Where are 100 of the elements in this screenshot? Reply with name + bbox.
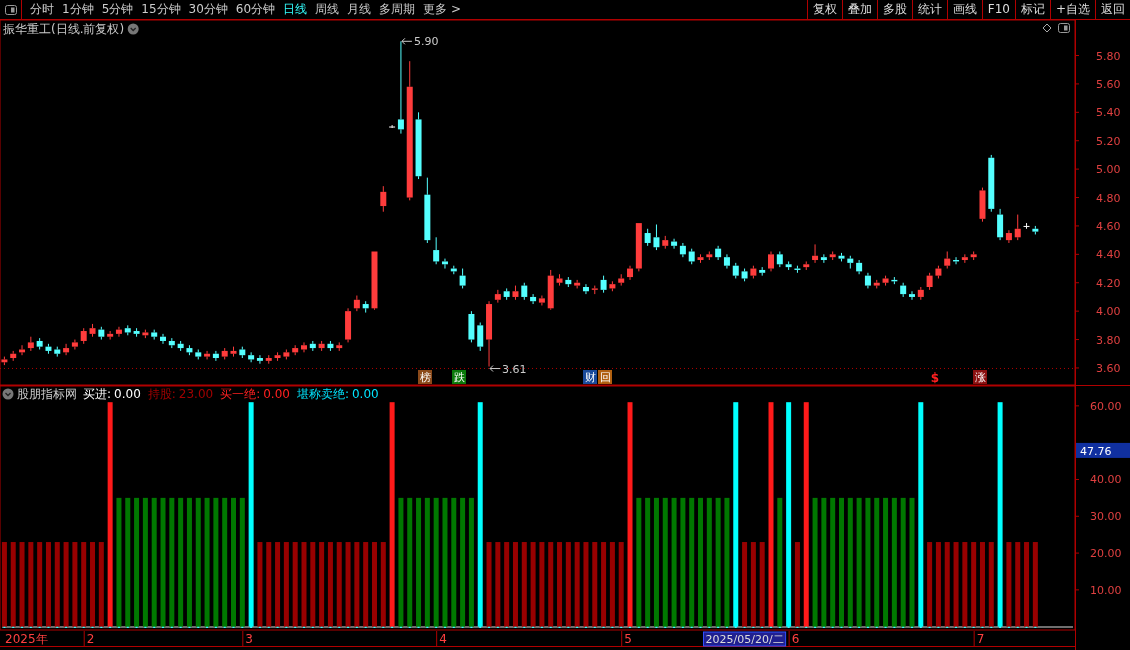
period-tab[interactable]: 30分钟 xyxy=(184,0,232,19)
candlestick xyxy=(380,185,387,213)
candlestick xyxy=(662,235,669,250)
candlestick xyxy=(803,260,810,271)
toolbar-button[interactable]: 返回 xyxy=(1095,0,1130,19)
candlestick xyxy=(221,347,228,360)
candlestick xyxy=(239,346,246,359)
candlestick xyxy=(327,340,334,352)
period-tab[interactable]: 月线 xyxy=(343,0,376,19)
event-sign[interactable]: $ xyxy=(930,371,940,385)
axis-label: 10.00 xyxy=(1090,583,1122,597)
candlestick xyxy=(847,255,854,270)
event-tag[interactable]: 榜 xyxy=(418,370,432,384)
candlestick xyxy=(732,262,739,279)
candlestick xyxy=(741,268,748,282)
dropdown-icon[interactable] xyxy=(2,388,14,400)
candlestick xyxy=(36,337,43,350)
period-tab[interactable]: 分时 xyxy=(26,0,58,19)
cursor-date-label: 2025/05/20/二 xyxy=(703,631,787,647)
axis-label: 5.20 xyxy=(1096,134,1121,148)
axis-label: 40.00 xyxy=(1090,473,1122,487)
candlestick xyxy=(45,343,52,355)
dropdown-icon[interactable] xyxy=(127,23,139,35)
candlestick xyxy=(512,285,519,301)
candlestick xyxy=(133,327,140,338)
event-tag[interactable]: 回 xyxy=(598,370,612,384)
candlestick xyxy=(89,323,96,338)
candlestick xyxy=(697,253,704,264)
period-tab[interactable]: 更多 > xyxy=(419,0,465,19)
period-tab[interactable]: 60分钟 xyxy=(231,0,280,19)
candlestick xyxy=(292,344,299,356)
candlestick xyxy=(891,276,898,285)
panel-toggle-icon[interactable] xyxy=(4,4,17,15)
candlestick xyxy=(917,286,924,301)
toolbar-button[interactable]: 叠加 xyxy=(841,0,877,19)
diamond-icon[interactable] xyxy=(1042,23,1052,33)
candlestick xyxy=(882,275,889,287)
candlestick xyxy=(547,269,554,311)
candlestick xyxy=(318,340,325,352)
candlestick xyxy=(477,322,484,352)
toolbar-button[interactable]: +自选 xyxy=(1049,0,1095,19)
candlestick xyxy=(627,265,633,281)
candlestick xyxy=(468,310,475,343)
legend-item: 买一绝: 0.00 xyxy=(220,387,290,401)
candlestick xyxy=(970,251,977,261)
toolbar-button[interactable]: 多股 xyxy=(876,0,912,19)
leader-line xyxy=(401,37,413,45)
candlestick xyxy=(873,279,880,289)
candlestick xyxy=(556,273,563,287)
period-tab[interactable]: 15分钟 xyxy=(137,0,185,19)
candlestick xyxy=(635,222,642,272)
period-tab[interactable]: 周线 xyxy=(311,0,344,19)
event-tag[interactable]: 涨 xyxy=(973,370,987,384)
legend-item: 买进: 0.00 xyxy=(83,387,141,401)
candlestick xyxy=(829,251,836,261)
candlestick xyxy=(759,266,766,277)
date-label: 3 xyxy=(245,632,253,646)
candlestick xyxy=(274,351,281,362)
candlestick xyxy=(151,329,158,341)
date-label: 5 xyxy=(624,632,632,646)
candlestick xyxy=(503,287,510,301)
period-tab[interactable]: 5分钟 xyxy=(97,0,138,19)
candlestick xyxy=(944,251,951,270)
toolbar-button[interactable]: 标记 xyxy=(1014,0,1050,19)
event-tag[interactable]: 财 xyxy=(583,370,597,384)
candlestick xyxy=(618,273,625,287)
candlestick xyxy=(909,290,915,301)
indicator-name: 股朋指标网 xyxy=(17,387,77,401)
candlestick xyxy=(653,224,660,251)
candlestick xyxy=(776,251,783,268)
candlestick xyxy=(979,187,986,223)
candlestick xyxy=(142,329,149,339)
date-label: 2025年 xyxy=(5,632,48,646)
candlestick xyxy=(926,272,933,291)
candlestick xyxy=(706,251,713,261)
candlestick xyxy=(688,248,695,265)
candlestick xyxy=(988,154,995,213)
period-tab[interactable]: 多周期 xyxy=(375,0,420,19)
period-tab[interactable]: 日线 xyxy=(279,0,312,19)
axis-label: 30.00 xyxy=(1090,510,1122,524)
legend-item: 堪称卖绝: 0.00 xyxy=(296,387,379,401)
candlestick xyxy=(935,265,942,279)
toolbar-button[interactable]: 复权 xyxy=(806,0,842,19)
panel-toggle-icon[interactable] xyxy=(1058,23,1070,33)
date-label: 2 xyxy=(86,632,95,646)
toolbar-button[interactable]: F10 xyxy=(981,0,1015,19)
price-label: 3.61 xyxy=(502,362,527,376)
toolbar-button[interactable]: 统计 xyxy=(911,0,947,19)
date-label: 4 xyxy=(439,632,447,646)
candlestick xyxy=(265,354,272,365)
date-label: 6 xyxy=(791,632,800,646)
period-tab[interactable]: 1分钟 xyxy=(58,0,98,19)
candlestick xyxy=(362,300,369,314)
candlestick xyxy=(1023,222,1030,230)
toolbar-button[interactable]: 画线 xyxy=(946,0,982,19)
candlestick xyxy=(124,324,131,336)
candlestick xyxy=(838,252,845,262)
event-tag[interactable]: 跌 xyxy=(452,370,466,384)
candlestick xyxy=(442,258,448,270)
candlestick xyxy=(644,228,651,247)
